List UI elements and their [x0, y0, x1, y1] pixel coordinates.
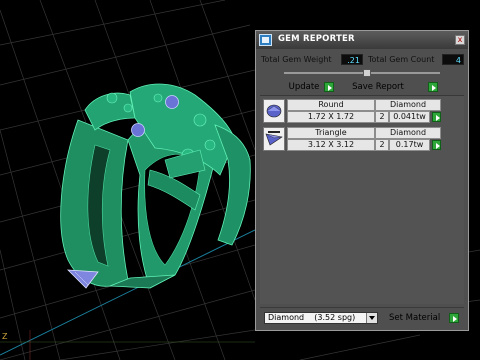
- gem-count: 2: [375, 139, 389, 151]
- triangle-gem-icon: [263, 127, 285, 151]
- gem-weight: 0.041tw: [389, 111, 430, 123]
- close-button[interactable]: x: [455, 35, 465, 45]
- material-select[interactable]: Diamond (3.52 spg): [264, 312, 378, 324]
- gem-select-go-icon[interactable]: [432, 140, 441, 150]
- gem-list: Round Diamond 1.72 X 1.72 2 0.041tw Tria…: [260, 95, 464, 304]
- gem-material: Diamond: [375, 127, 441, 139]
- gem-reporter-panel: GEM REPORTER x Total Gem Weight .21 Tota…: [255, 30, 469, 331]
- set-material-go-icon[interactable]: [449, 313, 459, 323]
- total-gem-weight-value: .21: [341, 54, 363, 65]
- gem-size: 1.72 X 1.72: [287, 111, 375, 123]
- total-gem-count-value: 4: [442, 54, 464, 65]
- save-report-button[interactable]: Save Report: [348, 81, 408, 93]
- close-icon: x: [457, 35, 463, 44]
- set-material-button[interactable]: Set Material: [389, 312, 440, 324]
- gem-shape: Triangle: [287, 127, 375, 139]
- gem-weight: 0.17tw: [389, 139, 430, 151]
- chevron-down-icon[interactable]: [366, 313, 377, 323]
- panel-title: GEM REPORTER: [278, 34, 355, 44]
- gem-reporter-icon: [259, 34, 272, 46]
- gem-row[interactable]: Triangle Diamond 3.12 X 3.12 2 0.17tw: [263, 127, 451, 153]
- panel-titlebar[interactable]: GEM REPORTER x: [256, 31, 468, 49]
- save-report-go-icon[interactable]: [428, 82, 438, 92]
- gem-count: 2: [375, 111, 389, 123]
- round-gem-icon: [263, 99, 285, 123]
- gem-size: 3.12 X 3.12: [287, 139, 375, 151]
- gem-shape: Round: [287, 99, 375, 111]
- z-axis-label: Z: [2, 332, 8, 341]
- total-gem-count-label: Total Gem Count: [368, 55, 435, 64]
- update-go-icon[interactable]: [324, 82, 334, 92]
- gem-select-go-icon[interactable]: [432, 112, 441, 122]
- gem-material: Diamond: [375, 99, 441, 111]
- update-button[interactable]: Update: [286, 81, 322, 93]
- gem-row[interactable]: Round Diamond 1.72 X 1.72 2 0.041tw: [263, 99, 451, 125]
- total-gem-weight-label: Total Gem Weight: [261, 55, 332, 64]
- slider-handle[interactable]: [362, 69, 371, 77]
- material-select-value: Diamond (3.52 spg): [268, 313, 356, 322]
- material-bar: Diamond (3.52 spg) Set Material: [260, 307, 464, 328]
